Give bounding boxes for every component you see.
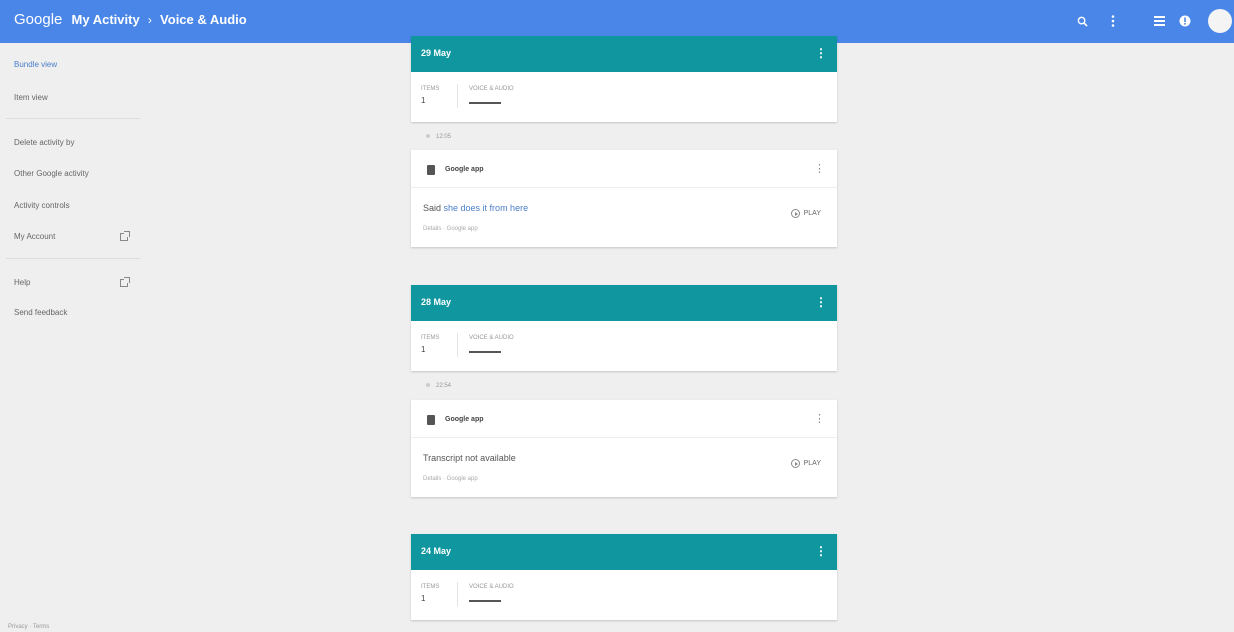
sidebar-item-item-view[interactable]: Item view [14, 93, 134, 102]
play-icon [790, 459, 800, 468]
timeline-dot [426, 383, 430, 388]
activity-text: Said she does it from here [423, 203, 528, 213]
sidebar-item-label: Other Google activity [14, 169, 89, 178]
more-vert-icon[interactable]: ⋮ [815, 295, 827, 309]
more-vert-icon[interactable]: ⋮ [815, 46, 827, 60]
day-date: 24 May [421, 546, 452, 556]
more-vert-icon[interactable]: ⋮ [815, 544, 827, 558]
items-count: 1 [421, 96, 426, 105]
sidebar-item-help[interactable]: Help [14, 276, 134, 287]
open-in-new-icon [120, 276, 130, 287]
play-label: PLAY [803, 210, 821, 217]
product-bar [469, 102, 501, 104]
day-date: 29 May [421, 48, 452, 58]
activity-details-link[interactable]: Details · Google app [423, 226, 478, 232]
activity-text: Transcript not available [423, 453, 516, 463]
product-label: VOICE & AUDIO [469, 335, 514, 341]
more-vert-icon[interactable]: ⋮ [814, 162, 825, 175]
day-date: 28 May [421, 297, 452, 307]
items-count: 1 [421, 345, 426, 354]
breadcrumb: Google My Activity › Voice & Audio [14, 11, 247, 28]
stat-divider [457, 333, 458, 357]
entry-time: 12:05 [436, 134, 452, 140]
activity-prefix: Transcript not available [423, 453, 516, 463]
day-header: 29 May ⋮ [411, 36, 837, 72]
avatar[interactable] [1208, 9, 1232, 33]
breadcrumb-separator: › [147, 13, 152, 27]
time-row: 22:54 [426, 383, 451, 389]
sidebar-item-my-account[interactable]: My Account [14, 230, 134, 241]
footer-links[interactable]: Privacy · Terms [8, 624, 49, 630]
stat-divider [457, 582, 458, 606]
stat-divider [457, 84, 458, 108]
items-label: ITEMS [421, 584, 440, 590]
sidebar: Bundle view Item view Delete activity by… [0, 43, 145, 632]
activity-details-link[interactable]: Details · Google app [423, 476, 478, 482]
sidebar-item-bundle-view[interactable]: Bundle view [14, 60, 134, 69]
timeline-dot [426, 134, 430, 139]
day-stats: ITEMS 1 VOICE & AUDIO [411, 321, 837, 371]
product-label: VOICE & AUDIO [469, 584, 514, 590]
activity-query-link[interactable]: she does it from here [444, 203, 529, 213]
product-bar [469, 600, 501, 602]
sidebar-item-label: Help [14, 278, 31, 287]
sidebar-item-label: Send feedback [14, 308, 68, 317]
app-name: Google app [445, 166, 484, 173]
items-label: ITEMS [421, 335, 440, 341]
play-button[interactable]: PLAY [790, 459, 821, 468]
sidebar-item-label: Item view [14, 93, 48, 102]
search-icon[interactable] [1073, 12, 1091, 30]
more-vert-icon[interactable]: ⋮ [814, 412, 825, 425]
day-card: 24 May ⋮ ITEMS 1 VOICE & AUDIO [411, 534, 837, 620]
breadcrumb-my-activity[interactable]: My Activity [72, 12, 140, 27]
google-app-icon [427, 165, 435, 175]
open-in-new-icon [120, 230, 130, 241]
sidebar-item-delete-activity[interactable]: Delete activity by [14, 138, 134, 147]
entry-time: 22:54 [436, 383, 452, 389]
breadcrumb-current: Voice & Audio [160, 12, 247, 27]
day-header: 28 May ⋮ [411, 285, 837, 321]
google-app-icon [427, 415, 435, 425]
sidebar-item-other-google-activity[interactable]: Other Google activity [14, 169, 134, 178]
activity-item-header: Google app ⋮ [411, 400, 837, 438]
activity-item: Google app ⋮ Said she does it from here … [411, 150, 837, 247]
activity-item-header: Google app ⋮ [411, 150, 837, 188]
sidebar-item-label: Activity controls [14, 201, 70, 210]
day-header: 24 May ⋮ [411, 534, 837, 570]
play-icon [790, 209, 800, 218]
day-card: 29 May ⋮ ITEMS 1 VOICE & AUDIO [411, 36, 837, 122]
day-stats: ITEMS 1 VOICE & AUDIO [411, 72, 837, 122]
sidebar-item-label: Delete activity by [14, 138, 75, 147]
product-label: VOICE & AUDIO [469, 86, 514, 92]
apps-icon[interactable] [1150, 12, 1168, 30]
more-vert-icon[interactable] [1104, 12, 1122, 30]
product-bar [469, 351, 501, 353]
sidebar-item-label: Bundle view [14, 60, 58, 69]
notifications-icon[interactable] [1176, 12, 1194, 30]
time-row: 12:05 [426, 134, 451, 140]
items-count: 1 [421, 594, 426, 603]
activity-item: Google app ⋮ Transcript not available De… [411, 400, 837, 497]
day-card: 28 May ⋮ ITEMS 1 VOICE & AUDIO [411, 285, 837, 371]
play-label: PLAY [803, 460, 821, 467]
sidebar-item-activity-controls[interactable]: Activity controls [14, 201, 134, 210]
google-logo[interactable]: Google [14, 11, 62, 28]
sidebar-divider [6, 258, 140, 259]
items-label: ITEMS [421, 86, 440, 92]
activity-prefix: Said [423, 203, 442, 213]
sidebar-item-send-feedback[interactable]: Send feedback [14, 308, 134, 317]
sidebar-divider [6, 118, 140, 119]
day-stats: ITEMS 1 VOICE & AUDIO [411, 570, 837, 620]
app-name: Google app [445, 416, 484, 423]
play-button[interactable]: PLAY [790, 209, 821, 218]
sidebar-item-label: My Account [14, 232, 56, 241]
